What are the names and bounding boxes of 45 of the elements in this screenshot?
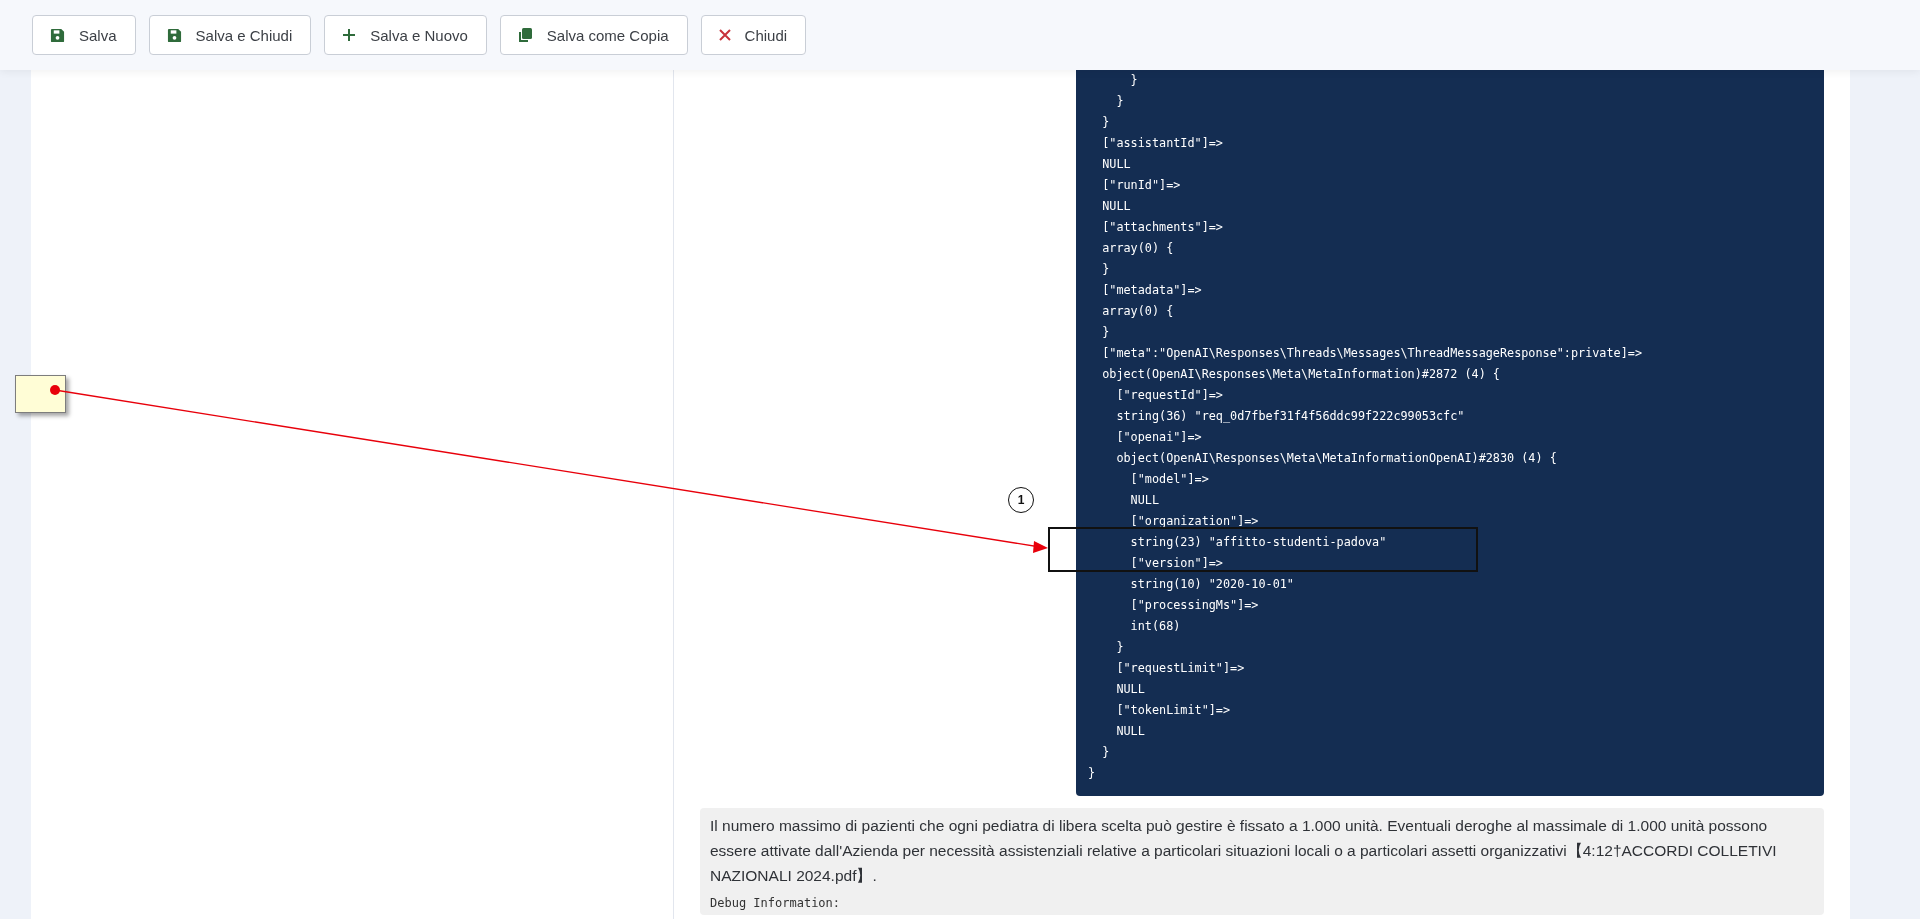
code-line: } xyxy=(1129,72,1139,89)
code-line: array(0) { xyxy=(1101,240,1175,257)
code-line: NULL xyxy=(1101,156,1132,173)
code-line: } xyxy=(1101,114,1111,131)
code-line: } xyxy=(1115,93,1125,110)
close-button[interactable]: Chiudi xyxy=(700,15,807,55)
code-line: int(68) xyxy=(1129,618,1182,635)
code-line: ["requestLimit"]=> xyxy=(1115,660,1246,677)
code-line: ["organization"]=> xyxy=(1129,513,1260,530)
code-line: ["tokenLimit"]=> xyxy=(1115,702,1232,719)
code-line: ["version"]=> xyxy=(1129,555,1224,572)
code-line: object(OpenAI\Responses\Meta\MetaInformation)#2872 (4) { xyxy=(1101,366,1501,383)
code-line: } xyxy=(1088,765,1097,782)
code-line: } xyxy=(1101,744,1111,761)
code-line: NULL xyxy=(1115,681,1146,698)
save-button[interactable]: Salva e Nuovo xyxy=(324,15,487,55)
code-line: ["attachments"]=> xyxy=(1101,219,1224,236)
plus-icon xyxy=(342,28,357,42)
close-icon xyxy=(718,29,731,41)
code-line: object(OpenAI\Responses\Meta\MetaInformationOpenAI)#2830 (4) { xyxy=(1115,450,1558,467)
code-line: ["meta":"OpenAI\Responses\Threads\Messages\ThreadMessageResponse":private]=> xyxy=(1101,345,1643,362)
message-text: Il numero massimo di pazienti che ogni pediatra di libera scelta può gestire è fissato a 1.000 unità. Eventuali deroghe al massimale di 1.000 unità possono essere attivate dall'Azienda per necessità assistenziali relative a particolari situazioni locali o a particolari assetti organizzativi【4:12†ACCORDI COLLETIVI NAZIONALI 2024.pdf】. xyxy=(710,816,1778,886)
code-line: ["model"]=> xyxy=(1129,471,1210,488)
code-line: ["requestId"]=> xyxy=(1115,387,1224,404)
save-button[interactable]: Salva xyxy=(32,15,136,55)
code-line: string(36) "req_0d7fbef31f4f56ddc99f222c99053cfc" xyxy=(1115,408,1466,425)
code-line: array(0) { xyxy=(1101,303,1175,320)
copy-icon xyxy=(517,27,533,43)
code-line: ["openai"]=> xyxy=(1115,429,1203,446)
code-line: } xyxy=(1115,639,1125,656)
code-line: ["runId"]=> xyxy=(1101,177,1182,194)
code-line: string(10) "2020-10-01" xyxy=(1129,576,1295,593)
save-button[interactable]: Salva e Chiudi xyxy=(148,15,312,55)
code-line: ["assistantId"]=> xyxy=(1101,135,1224,152)
code-line: ["processingMs"]=> xyxy=(1129,597,1260,614)
save-button[interactable]: Salva come Copia xyxy=(499,15,688,55)
sticky-note[interactable] xyxy=(15,375,66,413)
code-line: } xyxy=(1101,324,1111,341)
debug-label: Debug Information: xyxy=(710,896,842,910)
code-line: } xyxy=(1101,261,1111,278)
code-line: ["metadata"]=> xyxy=(1101,282,1203,299)
code-line: NULL xyxy=(1101,198,1132,215)
code-line: string(23) "affitto-studenti-padova" xyxy=(1129,534,1388,551)
code-line: NULL xyxy=(1129,492,1161,509)
code-line: NULL xyxy=(1115,723,1146,740)
